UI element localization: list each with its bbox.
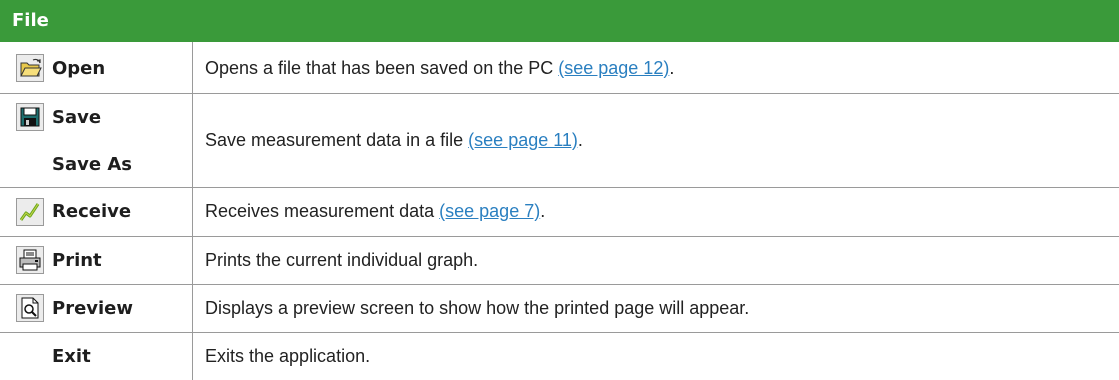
description-text: Exits the application.: [205, 345, 371, 366]
command-receive: Receive: [0, 188, 192, 235]
command-label: Receive: [52, 201, 132, 222]
command-open: Open: [0, 44, 192, 92]
description: Receives measurement data (see page 7).: [205, 188, 545, 235]
command-save: Save: [0, 94, 192, 140]
command-print: Print: [0, 237, 192, 283]
description-tail: .: [540, 201, 546, 221]
description-text: Receives measurement data: [205, 201, 435, 221]
description: Save measurement data in a file (see pag…: [205, 94, 583, 186]
command-label: Save: [52, 106, 102, 128]
description: Displays a preview screen to show how th…: [205, 285, 749, 331]
page-link[interactable]: (see page 11): [468, 130, 578, 151]
page-link[interactable]: (see page 7): [439, 201, 540, 222]
floppy-disk-icon: [16, 103, 44, 131]
page-link[interactable]: (see page 12): [558, 58, 669, 79]
description: Exits the application.: [205, 333, 370, 379]
description-text: Save measurement data in a file: [205, 129, 464, 150]
description-tail: .: [577, 129, 583, 150]
command-label: Preview: [52, 297, 134, 319]
command-label: Exit: [52, 345, 91, 367]
section-header: File: [0, 0, 1119, 42]
command-label: Open: [52, 57, 106, 79]
description-text: Opens a file that has been saved on the …: [205, 57, 554, 78]
receive-graph-icon: [16, 197, 44, 226]
open-folder-icon: [16, 54, 44, 82]
description-text: Prints the current individual graph.: [205, 249, 479, 270]
description-text: Displays a preview screen to show how th…: [205, 297, 750, 318]
command-exit: Exit: [0, 333, 192, 379]
command-preview: Preview: [0, 285, 192, 331]
command-label: Print: [52, 249, 102, 271]
description: Prints the current individual graph.: [205, 237, 478, 283]
command-save-as: Save As: [0, 142, 192, 186]
description: Opens a file that has been saved on the …: [205, 44, 674, 92]
section-title: File: [12, 10, 49, 31]
print-preview-icon: [16, 294, 44, 322]
printer-icon: [16, 246, 44, 274]
command-label: Save As: [52, 153, 132, 175]
description-tail: .: [669, 57, 675, 78]
